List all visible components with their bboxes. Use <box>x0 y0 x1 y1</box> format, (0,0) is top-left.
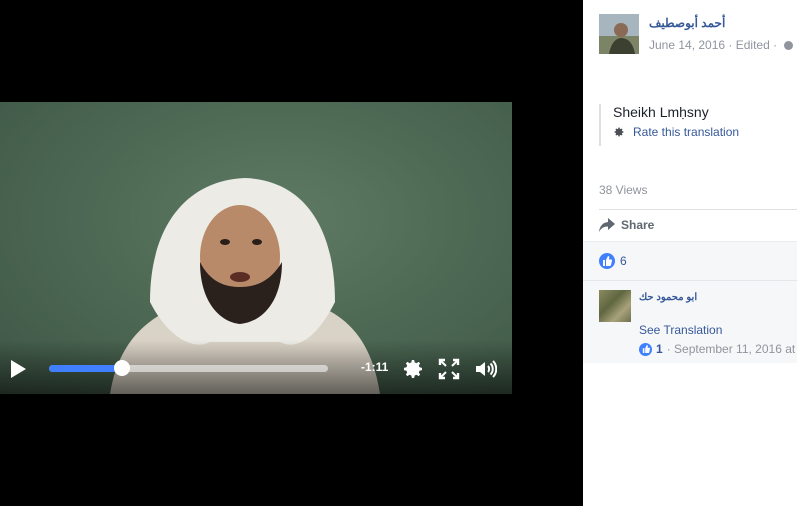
progress-scrubber[interactable] <box>113 360 130 376</box>
play-icon[interactable] <box>8 358 28 380</box>
time-remaining: -1:11 <box>361 360 389 374</box>
comment-author[interactable]: ابو محمود حك <box>639 292 697 303</box>
like-summary[interactable]: 6 <box>599 253 627 269</box>
video-stage: -1:11 <box>0 0 583 506</box>
share-label: Share <box>621 218 655 232</box>
gear-icon[interactable] <box>401 357 425 381</box>
volume-icon[interactable] <box>473 357 497 381</box>
post-meta: June 14, 2016 · Edited · <box>649 38 794 52</box>
rate-translation-link[interactable]: Rate this translation <box>613 125 789 139</box>
author-avatar[interactable] <box>599 14 639 54</box>
comment-date[interactable]: · September 11, 2016 at <box>667 342 796 356</box>
translation-text: Sheikh Lmḥsny <box>613 104 709 120</box>
rate-translation-label: Rate this translation <box>633 125 740 139</box>
comment-like-icon <box>639 342 652 356</box>
reactions-section: 6 ابو محمود حك See Translation 1 · Septe… <box>583 241 797 363</box>
progress-fill <box>49 365 122 372</box>
translation-box: Sheikh Lmḥsny Rate this translation <box>599 104 789 146</box>
see-translation-link[interactable]: See Translation <box>639 323 722 337</box>
author-avatar-image <box>599 14 639 54</box>
like-count: 6 <box>620 254 627 268</box>
settings-gear-icon <box>614 127 624 137</box>
post-date[interactable]: June 14, 2016 <box>649 38 725 52</box>
view-count: 38 Views <box>599 183 648 197</box>
fullscreen-icon[interactable] <box>437 357 461 381</box>
share-icon <box>599 218 615 232</box>
comment-like-count[interactable]: 1 <box>656 342 663 356</box>
post-edited[interactable]: · Edited · <box>728 38 777 52</box>
progress-bar[interactable] <box>49 360 328 376</box>
divider <box>583 280 797 281</box>
post-panel: أحمد أبوصطيف June 14, 2016 · Edited · Sh… <box>583 0 797 506</box>
post-author[interactable]: أحمد أبوصطيف <box>649 16 725 30</box>
commenter-avatar[interactable] <box>599 290 631 322</box>
comment-meta: 1 · September 11, 2016 at <box>639 342 795 356</box>
share-button[interactable]: Share <box>599 218 654 232</box>
like-icon <box>599 253 615 269</box>
divider <box>599 209 797 210</box>
globe-icon <box>784 41 794 50</box>
video-frame[interactable]: -1:11 <box>0 102 512 394</box>
